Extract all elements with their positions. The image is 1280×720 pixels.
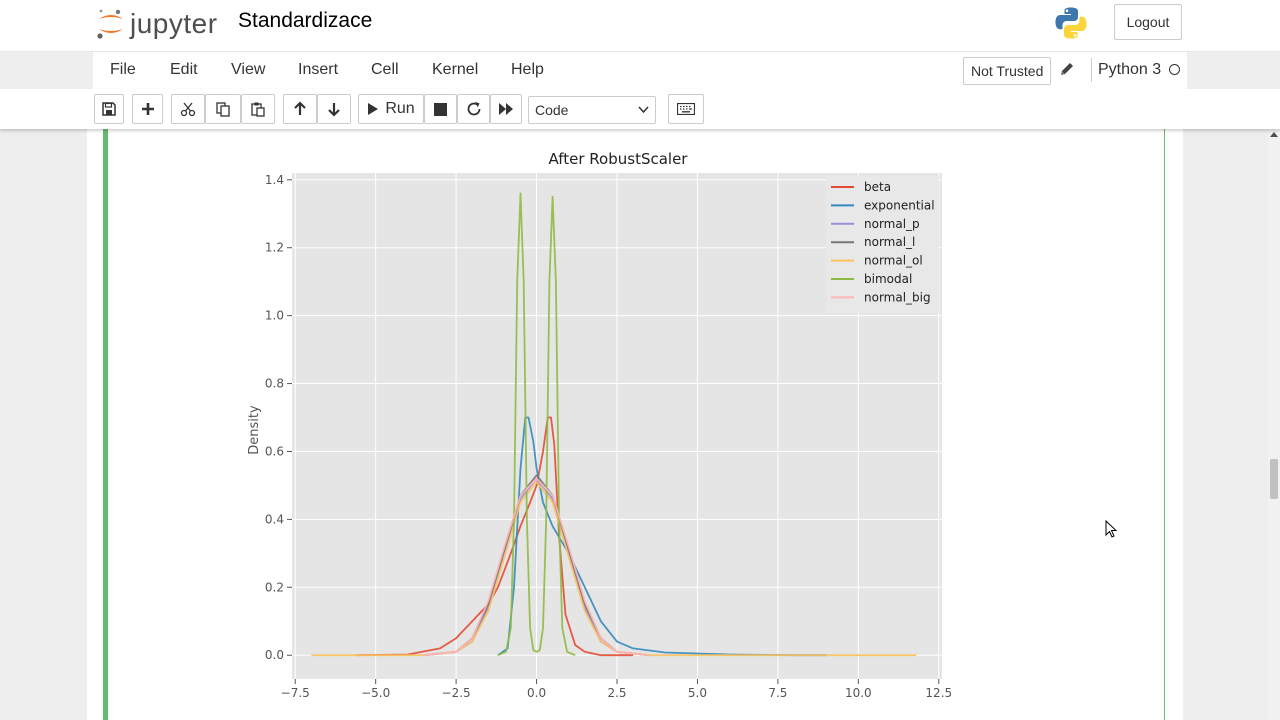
logo-text: jupyter xyxy=(130,8,218,39)
x-tick-label: 7.5 xyxy=(768,686,787,700)
y-tick-label: 0.8 xyxy=(265,377,284,391)
cell-border xyxy=(1164,129,1165,720)
paste-icon xyxy=(251,102,265,117)
x-tick-label: −7.5 xyxy=(281,686,310,700)
x-tick-label: 12.5 xyxy=(925,686,952,700)
plus-icon xyxy=(141,103,154,115)
legend: beta exponential normal_p normal_l normal_ol… xyxy=(826,176,939,313)
command-palette-button[interactable] xyxy=(668,94,704,124)
x-tick-label: 10.0 xyxy=(845,686,872,700)
x-tick-label: −2.5 xyxy=(442,686,471,700)
kernel-name[interactable]: Python 3 xyxy=(1098,61,1161,79)
menu-cell[interactable]: Cell xyxy=(371,61,399,79)
x-tick-label: 5.0 xyxy=(688,686,707,700)
save-button[interactable] xyxy=(94,94,124,124)
chevron-down-icon xyxy=(638,106,649,114)
paste-button[interactable] xyxy=(241,94,275,124)
legend-label-normal_l: normal_l xyxy=(864,235,915,249)
y-tick-label: 1.2 xyxy=(265,241,284,255)
menu-insert[interactable]: Insert xyxy=(298,61,338,79)
restart-icon xyxy=(467,102,480,116)
logout-button[interactable]: Logout xyxy=(1114,4,1182,40)
chart-title: After RobustScaler xyxy=(549,150,689,168)
scroll-thumb[interactable] xyxy=(1270,459,1278,499)
legend-label-normal_p: normal_p xyxy=(864,217,920,231)
y-tick-label: 1.4 xyxy=(265,173,284,187)
not-trusted-button[interactable]: Not Trusted xyxy=(963,57,1052,85)
menu-edit[interactable]: Edit xyxy=(170,61,198,79)
jupyter-logo-icon xyxy=(97,9,123,39)
legend-label-normal_big: normal_big xyxy=(864,290,931,304)
arrow-up-icon xyxy=(294,101,306,115)
legend-label-exponential: exponential xyxy=(864,198,935,212)
run-label: Run xyxy=(385,100,415,117)
cut-button[interactable] xyxy=(171,94,205,124)
page-scrollbar[interactable] xyxy=(1268,129,1280,720)
cell-type-select[interactable]: Code xyxy=(528,96,656,124)
kernel-idle-icon xyxy=(1169,64,1180,75)
pencil-icon[interactable] xyxy=(1059,61,1075,77)
y-tick-label: 0.6 xyxy=(265,444,284,458)
move-down-button[interactable] xyxy=(317,94,351,124)
menubar: File Edit View Insert Cell Kernel Help N… xyxy=(93,52,1187,90)
legend-label-normal_ol: normal_ol xyxy=(864,254,923,268)
interrupt-button[interactable] xyxy=(424,94,457,124)
output-plot: After RobustScaler Density −7.5 −5.0 −2.5 0… xyxy=(247,150,952,700)
scroll-up-arrow-icon[interactable] xyxy=(1270,131,1278,137)
notebook-title[interactable]: Standardizace xyxy=(238,9,372,33)
x-tick-label: −5.0 xyxy=(361,686,390,700)
legend-label-beta: beta xyxy=(864,180,891,194)
menu-file[interactable]: File xyxy=(110,61,136,79)
menu-help[interactable]: Help xyxy=(511,61,544,79)
keyboard-icon xyxy=(677,103,695,115)
x-tick-label: 0.0 xyxy=(527,686,546,700)
python-logo-icon xyxy=(1055,7,1087,39)
header: jupyter Standardizace Logout xyxy=(0,0,1280,52)
menu-view[interactable]: View xyxy=(231,61,265,79)
arrow-down-icon xyxy=(328,103,340,117)
play-icon xyxy=(368,103,379,115)
kernel-separator xyxy=(1091,58,1092,82)
fast-forward-icon xyxy=(499,103,513,115)
legend-label-bimodal: bimodal xyxy=(864,272,912,286)
jupyter-logo[interactable]: jupyter xyxy=(96,7,218,41)
restart-run-all-button[interactable] xyxy=(490,94,522,124)
x-tick-label: 2.5 xyxy=(607,686,626,700)
restart-button[interactable] xyxy=(457,94,490,124)
run-button[interactable]: Run xyxy=(358,94,424,124)
move-up-button[interactable] xyxy=(283,94,317,124)
menu-kernel[interactable]: Kernel xyxy=(432,61,478,79)
y-tick-label: 1.0 xyxy=(265,309,284,323)
cell-type-value: Code xyxy=(535,102,569,118)
y-tick-label: 0.4 xyxy=(265,512,284,526)
scissors-icon xyxy=(180,102,196,117)
stop-icon xyxy=(434,102,447,116)
cell-selected-indicator xyxy=(103,129,108,720)
y-tick-label: 0.0 xyxy=(265,648,284,662)
mouse-cursor-icon xyxy=(1105,520,1118,538)
copy-button[interactable] xyxy=(205,94,241,124)
y-tick-label: 0.2 xyxy=(265,580,284,594)
save-icon xyxy=(102,102,116,116)
toolbar: Run Code xyxy=(0,89,1280,129)
insert-cell-button[interactable] xyxy=(132,94,163,124)
copy-icon xyxy=(216,102,230,117)
y-axis-label: Density xyxy=(247,405,262,455)
